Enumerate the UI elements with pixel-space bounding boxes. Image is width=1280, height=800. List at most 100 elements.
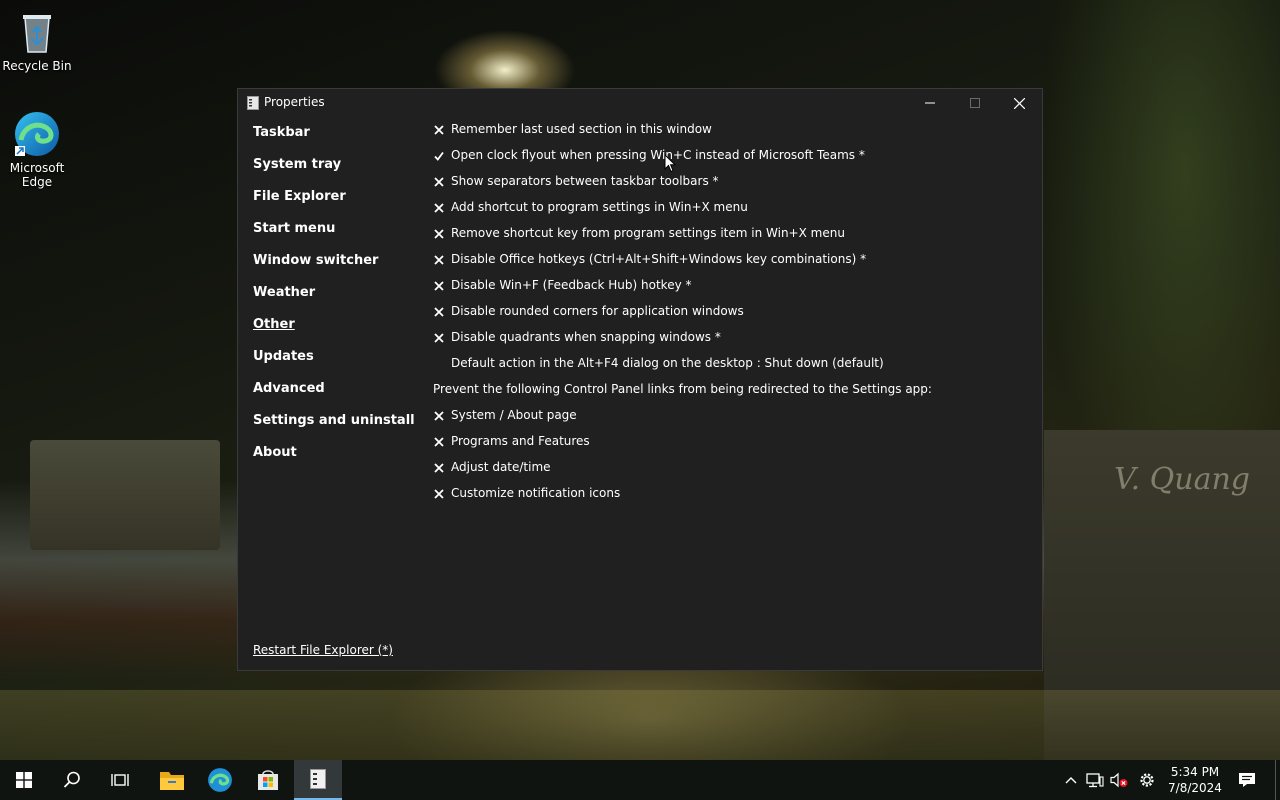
sidebar-item-settings-and-uninstall[interactable]: Settings and uninstall (253, 413, 423, 445)
settings-tray-button[interactable] (1135, 760, 1159, 800)
option-label: Adjust date/time (451, 460, 551, 474)
recycle-bin-icon (13, 8, 61, 56)
start-icon (16, 772, 32, 788)
x-mark-icon (432, 305, 446, 319)
option-label: Disable Office hotkeys (Ctrl+Alt+Shift+W… (451, 252, 867, 266)
close-button[interactable] (997, 89, 1042, 117)
x-mark-icon (432, 253, 446, 267)
title-bar[interactable]: Properties (238, 89, 1042, 117)
store-icon (258, 770, 278, 790)
properties-taskbar-button[interactable] (294, 760, 342, 800)
window-title: Properties (264, 95, 325, 109)
sidebar-item-advanced[interactable]: Advanced (253, 381, 423, 413)
option-label: Prevent the following Control Panel link… (433, 382, 932, 396)
options-list: Remember last used section in this windo… (432, 122, 1032, 512)
notification-icon (1239, 773, 1255, 787)
x-mark-icon (432, 201, 446, 215)
minimize-icon (924, 102, 935, 104)
option-row[interactable]: System / About page (432, 408, 1032, 434)
minimize-button[interactable] (907, 89, 952, 117)
search-button[interactable] (48, 760, 96, 800)
option-row[interactable]: Disable rounded corners for application … (432, 304, 1032, 330)
option-label: Remove shortcut key from program setting… (451, 226, 845, 240)
network-icon (1086, 773, 1104, 788)
properties-app-icon (310, 769, 326, 789)
x-mark-icon (432, 227, 446, 241)
option-row[interactable]: Disable quadrants when snapping windows … (432, 330, 1032, 356)
edge-icon (208, 768, 232, 792)
search-icon (63, 771, 80, 788)
show-hidden-icons-button[interactable] (1059, 760, 1083, 800)
file-explorer-icon (160, 772, 184, 790)
option-row[interactable]: Disable Win+F (Feedback Hub) hotkey * (432, 278, 1032, 304)
desktop-icon-label: Microsoft Edge (9, 161, 65, 189)
clock-time: 5:34 PM (1170, 765, 1220, 779)
sidebar: Taskbar System tray File Explorer Start men… (253, 125, 423, 477)
checkmark-icon (432, 149, 446, 163)
clock-date: 7/8/2024 (1168, 781, 1222, 795)
edge-icon (13, 110, 61, 158)
taskbar: 5:34 PM 7/8/2024 (0, 760, 1280, 800)
option-label: Disable rounded corners for application … (451, 304, 744, 318)
taskbar-clock[interactable]: 5:34 PM 7/8/2024 (1167, 764, 1223, 796)
properties-app-icon (247, 95, 259, 110)
x-mark-icon (432, 123, 446, 137)
option-row[interactable]: Remember last used section in this windo… (432, 122, 1032, 148)
restart-file-explorer-link[interactable]: Restart File Explorer (*) (253, 643, 393, 657)
sidebar-item-taskbar[interactable]: Taskbar (253, 125, 423, 157)
network-button[interactable] (1083, 760, 1107, 800)
sidebar-item-system-tray[interactable]: System tray (253, 157, 423, 189)
option-row[interactable]: Programs and Features (432, 434, 1032, 460)
section-heading: Prevent the following Control Panel link… (432, 382, 1032, 408)
background-sign-text: V. Quang (1114, 462, 1250, 497)
file-explorer-button[interactable] (148, 760, 196, 800)
gear-icon (1140, 773, 1154, 787)
option-label: Disable Win+F (Feedback Hub) hotkey * (451, 278, 692, 292)
task-view-button[interactable] (96, 760, 144, 800)
task-view-icon (111, 774, 129, 786)
option-label: Add shortcut to program settings in Win+… (451, 200, 748, 214)
desktop-icon-microsoft-edge[interactable]: Microsoft Edge (1, 110, 73, 189)
option-row[interactable]: Open clock flyout when pressing Win+C in… (432, 148, 1032, 174)
x-mark-icon (432, 435, 446, 449)
x-mark-icon (432, 331, 446, 345)
sidebar-item-about[interactable]: About (253, 445, 423, 477)
option-row[interactable]: Show separators between taskbar toolbars… (432, 174, 1032, 200)
maximize-icon (969, 98, 980, 108)
properties-window: Properties Taskbar System tray File Explor… (237, 88, 1043, 671)
maximize-button[interactable] (952, 89, 997, 117)
sidebar-item-start-menu[interactable]: Start menu (253, 221, 423, 253)
option-label: System / About page (451, 408, 577, 422)
chevron-up-icon (1065, 777, 1077, 784)
option-row[interactable]: Customize notification icons (432, 486, 1032, 512)
microsoft-store-button[interactable] (244, 760, 292, 800)
x-mark-icon (432, 175, 446, 189)
background-billboard (30, 440, 220, 550)
x-mark-icon (432, 279, 446, 293)
option-row[interactable]: Disable Office hotkeys (Ctrl+Alt+Shift+W… (432, 252, 1032, 278)
mouse-cursor-icon (664, 154, 676, 173)
edge-taskbar-button[interactable] (196, 760, 244, 800)
option-row[interactable]: Remove shortcut key from program setting… (432, 226, 1032, 252)
show-desktop-button[interactable] (1275, 760, 1280, 800)
sidebar-item-window-switcher[interactable]: Window switcher (253, 253, 423, 285)
option-row[interactable]: Add shortcut to program settings in Win+… (432, 200, 1032, 226)
option-row[interactable]: Default action in the Alt+F4 dialog on t… (432, 356, 1032, 382)
option-row[interactable]: Adjust date/time (432, 460, 1032, 486)
sidebar-item-weather[interactable]: Weather (253, 285, 423, 317)
sidebar-item-file-explorer[interactable]: File Explorer (253, 189, 423, 221)
volume-button[interactable] (1107, 760, 1131, 800)
x-mark-icon (432, 461, 446, 475)
close-icon (1014, 97, 1025, 109)
action-center-button[interactable] (1235, 760, 1259, 800)
desktop-icon-label: Recycle Bin (2, 59, 72, 73)
option-label: Customize notification icons (451, 486, 621, 500)
option-label: Remember last used section in this windo… (451, 122, 712, 136)
start-button[interactable] (0, 760, 48, 800)
sidebar-item-updates[interactable]: Updates (253, 349, 423, 381)
sidebar-item-other[interactable]: Other (253, 317, 423, 349)
option-label: Show separators between taskbar toolbars… (451, 174, 719, 188)
background-street (0, 690, 1280, 760)
option-label: Open clock flyout when pressing Win+C in… (451, 148, 865, 162)
desktop-icon-recycle-bin[interactable]: Recycle Bin (1, 8, 73, 73)
